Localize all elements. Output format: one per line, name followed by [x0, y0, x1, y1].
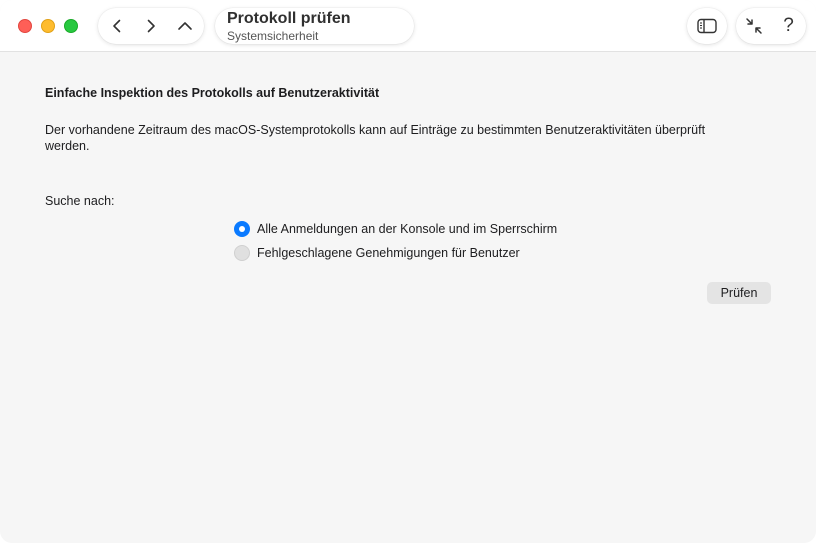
collapse-button[interactable]	[736, 8, 771, 44]
app-window: Protokoll prüfen Systemsicherheit ? Einf…	[0, 0, 816, 543]
minimize-window-button[interactable]	[41, 19, 55, 33]
close-window-button[interactable]	[18, 19, 32, 33]
arrows-collapse-icon	[745, 18, 762, 34]
title-bar: Protokoll prüfen Systemsicherheit ?	[0, 0, 816, 52]
help-button[interactable]: ?	[771, 8, 806, 44]
window-subtitle: Systemsicherheit	[227, 29, 319, 43]
radio-option-label: Alle Anmeldungen an der Konsole und im S…	[257, 222, 558, 236]
radio-button-selected[interactable]	[234, 221, 250, 237]
sidebar-icon	[697, 18, 717, 34]
search-for-label: Suche nach:	[45, 194, 115, 208]
radio-option-failed-authorizations[interactable]: Fehlgeschlagene Genehmigungen für Benutz…	[234, 244, 520, 262]
radio-option-console-logins[interactable]: Alle Anmeldungen an der Konsole und im S…	[234, 220, 557, 238]
radio-option-label: Fehlgeschlagene Genehmigungen für Benutz…	[257, 246, 520, 260]
check-button[interactable]: Prüfen	[707, 282, 771, 304]
section-heading: Einfache Inspektion des Protokolls auf B…	[45, 86, 380, 100]
back-button[interactable]	[100, 8, 134, 44]
sidebar-toggle-button[interactable]	[687, 8, 727, 44]
up-button[interactable]	[168, 8, 202, 44]
chevron-up-icon	[178, 22, 192, 30]
chevron-right-icon	[147, 19, 155, 33]
main-content: Einfache Inspektion des Protokolls auf B…	[0, 52, 816, 543]
window-title: Protokoll prüfen	[227, 10, 351, 27]
maximize-window-button[interactable]	[64, 19, 78, 33]
window-actions: ?	[736, 8, 806, 44]
chevron-left-icon	[113, 19, 121, 33]
forward-button[interactable]	[134, 8, 168, 44]
navigation-controls	[98, 8, 204, 44]
radio-button-unselected[interactable]	[234, 245, 250, 261]
title-area: Protokoll prüfen Systemsicherheit	[215, 8, 414, 44]
section-description: Der vorhandene Zeitraum des macOS-System…	[45, 123, 706, 153]
